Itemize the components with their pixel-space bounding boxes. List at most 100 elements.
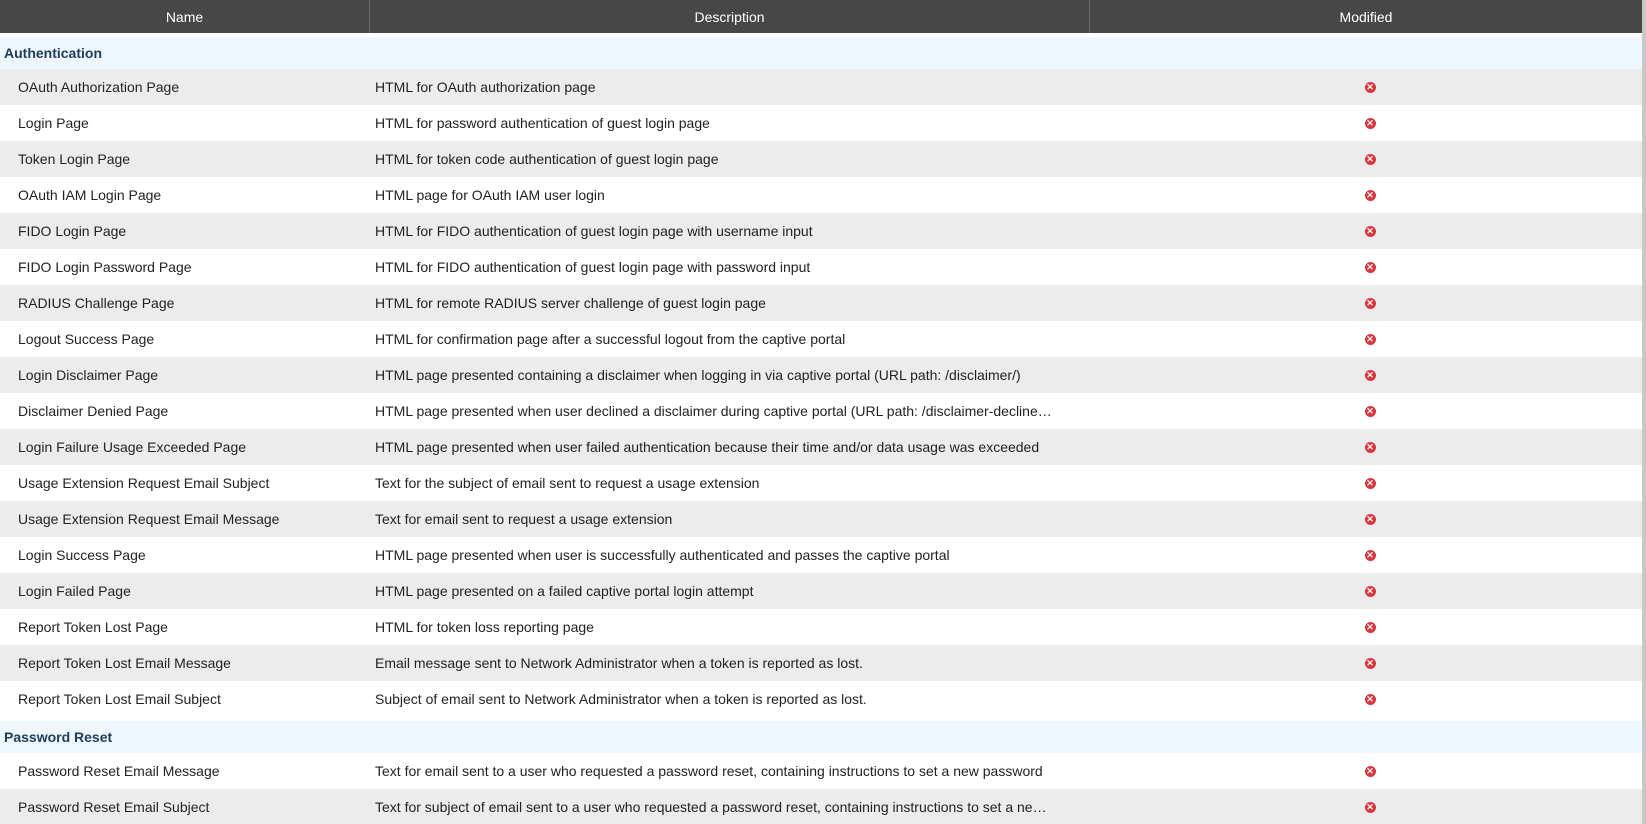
column-header-modified[interactable]: Modified (1090, 0, 1642, 33)
row-name: RADIUS Challenge Page (18, 295, 175, 311)
row-modified: ✕ (1090, 117, 1642, 129)
row-modified: ✕ (1090, 585, 1642, 597)
row-name: Login Failed Page (18, 583, 131, 599)
not-modified-x-icon: ✕ (1364, 513, 1376, 525)
not-modified-x-icon: ✕ (1364, 549, 1376, 561)
row-name: Password Reset Email Message (18, 763, 220, 779)
table-row[interactable]: Login Success Page HTML page presented wh… (0, 537, 1646, 573)
row-name: Login Failure Usage Exceeded Page (18, 439, 247, 455)
row-modified: ✕ (1090, 513, 1642, 525)
row-name: Password Reset Email Subject (18, 799, 210, 815)
row-modified: ✕ (1090, 477, 1642, 489)
not-modified-x-icon: ✕ (1364, 477, 1376, 489)
row-name: FIDO Login Page (18, 223, 127, 239)
not-modified-x-icon: ✕ (1364, 81, 1376, 93)
column-header-description[interactable]: Description (370, 0, 1090, 33)
not-modified-x-icon: ✕ (1364, 693, 1376, 705)
row-modified: ✕ (1090, 81, 1642, 93)
row-modified: ✕ (1090, 405, 1642, 417)
row-name: Usage Extension Request Email Subject (18, 475, 270, 491)
table-row[interactable]: Token Login Page HTML for token code auth… (0, 141, 1646, 177)
row-description: HTML for token code authentication of gu… (375, 151, 719, 167)
row-name: OAuth Authorization Page (18, 79, 180, 95)
table-row[interactable]: Login Failure Usage Exceeded Page HTML pa… (0, 429, 1646, 465)
table-row[interactable]: Usage Extension Request Email Subject Tex… (0, 465, 1646, 501)
row-description: HTML page presented when user failed aut… (375, 439, 1040, 455)
row-description: HTML for remote RADIUS server challenge … (375, 295, 766, 311)
row-modified: ✕ (1090, 261, 1642, 273)
table-row[interactable]: FIDO Login Page HTML for FIDO authenticat… (0, 213, 1646, 249)
replacement-messages-table: Name Description Modified Authentication… (0, 0, 1646, 824)
vertical-scrollbar[interactable] (1642, 0, 1646, 824)
table-row[interactable]: Report Token Lost Email Subject Subject o… (0, 681, 1646, 717)
row-name: Disclaimer Denied Page (18, 403, 169, 419)
row-modified: ✕ (1090, 693, 1642, 705)
table-row[interactable]: Login Page HTML for password authenticati… (0, 105, 1646, 141)
not-modified-x-icon: ✕ (1364, 801, 1376, 813)
row-name: Report Token Lost Email Subject (18, 691, 221, 707)
row-modified: ✕ (1090, 801, 1642, 813)
row-modified: ✕ (1090, 765, 1642, 777)
row-description: HTML page presented containing a disclai… (375, 367, 1021, 383)
table-row[interactable]: RADIUS Challenge Page HTML for remote RAD… (0, 285, 1646, 321)
row-name: Token Login Page (18, 151, 131, 167)
not-modified-x-icon: ✕ (1364, 441, 1376, 453)
row-name: Report Token Lost Email Message (18, 655, 231, 671)
not-modified-x-icon: ✕ (1364, 333, 1376, 345)
row-name: Logout Success Page (18, 331, 155, 347)
table-row[interactable]: Disclaimer Denied Page HTML page presente… (0, 393, 1646, 429)
row-description: Subject of email sent to Network Adminis… (375, 691, 867, 707)
table-row[interactable]: Password Reset Email Subject Text for sub… (0, 789, 1646, 824)
row-modified: ✕ (1090, 225, 1642, 237)
not-modified-x-icon: ✕ (1364, 621, 1376, 633)
row-description: HTML for token loss reporting page (375, 619, 594, 635)
not-modified-x-icon: ✕ (1364, 117, 1376, 129)
table-row[interactable]: Password Reset Email Message Text for ema… (0, 753, 1646, 789)
not-modified-x-icon: ✕ (1364, 765, 1376, 777)
row-description: HTML page for OAuth IAM user login (375, 187, 605, 203)
table-row[interactable]: OAuth Authorization Page HTML for OAuth a… (0, 69, 1646, 105)
row-description: Text for subject of email sent to a user… (375, 799, 1047, 815)
row-modified: ✕ (1090, 549, 1642, 561)
not-modified-x-icon: ✕ (1364, 189, 1376, 201)
row-description: HTML page presented when user declined a… (375, 403, 1052, 419)
group-header-row[interactable]: Authentication (0, 37, 1646, 69)
row-name: OAuth IAM Login Page (18, 187, 162, 203)
row-description: HTML page presented on a failed captive … (375, 583, 754, 599)
table-row[interactable]: Login Disclaimer Page HTML page presented… (0, 357, 1646, 393)
row-modified: ✕ (1090, 333, 1642, 345)
table-row[interactable]: OAuth IAM Login Page HTML page for OAuth … (0, 177, 1646, 213)
not-modified-x-icon: ✕ (1364, 585, 1376, 597)
row-name: Report Token Lost Page (18, 619, 168, 635)
row-description: HTML for password authentication of gues… (375, 115, 710, 131)
table-row[interactable]: Report Token Lost Page HTML for token los… (0, 609, 1646, 645)
row-description: HTML for FIDO authentication of guest lo… (375, 259, 811, 275)
row-modified: ✕ (1090, 441, 1642, 453)
row-description: Text for the subject of email sent to re… (375, 475, 760, 491)
not-modified-x-icon: ✕ (1364, 657, 1376, 669)
table-row[interactable]: FIDO Login Password Page HTML for FIDO au… (0, 249, 1646, 285)
table-header: Name Description Modified (0, 0, 1646, 33)
row-description: HTML for FIDO authentication of guest lo… (375, 223, 813, 239)
row-name: Login Page (18, 115, 89, 131)
not-modified-x-icon: ✕ (1364, 369, 1376, 381)
table-row[interactable]: Login Failed Page HTML page presented on … (0, 573, 1646, 609)
row-description: HTML page presented when user is success… (375, 547, 950, 563)
table-row[interactable]: Report Token Lost Email Message Email mes… (0, 645, 1646, 681)
row-name: Login Success Page (18, 547, 146, 563)
row-name: Usage Extension Request Email Message (18, 511, 280, 527)
row-name: FIDO Login Password Page (18, 259, 192, 275)
column-header-name[interactable]: Name (0, 0, 370, 33)
not-modified-x-icon: ✕ (1364, 225, 1376, 237)
row-description: HTML for confirmation page after a succe… (375, 331, 846, 347)
table-row[interactable]: Usage Extension Request Email Message Tex… (0, 501, 1646, 537)
group-header-row[interactable]: Password Reset (0, 721, 1646, 753)
row-modified: ✕ (1090, 621, 1642, 633)
row-modified: ✕ (1090, 369, 1642, 381)
table-row[interactable]: Logout Success Page HTML for confirmation… (0, 321, 1646, 357)
row-modified: ✕ (1090, 297, 1642, 309)
not-modified-x-icon: ✕ (1364, 297, 1376, 309)
table-body: Authentication OAuth Authorization Page HT… (0, 37, 1646, 824)
row-name: Login Disclaimer Page (18, 367, 159, 383)
row-modified: ✕ (1090, 153, 1642, 165)
